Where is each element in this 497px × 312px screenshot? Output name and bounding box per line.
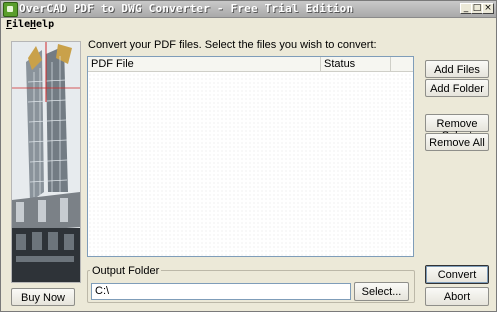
menu-help[interactable]: Help: [30, 19, 54, 30]
column-pdf-file[interactable]: PDF File: [88, 57, 321, 71]
building-illustration: [12, 42, 80, 282]
app-icon: [3, 2, 18, 17]
convert-button[interactable]: Convert: [425, 265, 489, 284]
title-bar[interactable]: OverCAD PDF to DWG Converter - Free Tria…: [1, 1, 496, 18]
remove-select-button[interactable]: Remove Select: [425, 114, 489, 142]
abort-button[interactable]: Abort: [425, 287, 489, 306]
app-window: OverCAD PDF to DWG Converter - Free Tria…: [0, 0, 497, 312]
add-files-button[interactable]: Add Files: [425, 60, 489, 78]
instruction-text: Convert your PDF files. Select the files…: [88, 39, 377, 51]
buy-now-button[interactable]: Buy Now: [11, 288, 75, 306]
output-folder-label: Output Folder: [90, 265, 162, 277]
pdf-file-list[interactable]: PDF File Status: [87, 56, 414, 257]
remove-all-button[interactable]: Remove All: [425, 133, 489, 151]
menu-file[interactable]: File: [6, 19, 30, 30]
add-folder-button[interactable]: Add Folder: [425, 79, 489, 97]
close-button[interactable]: ×: [482, 3, 494, 14]
window-title: OverCAD PDF to DWG Converter - Free Tria…: [19, 2, 354, 15]
output-folder-field[interactable]: C:\: [91, 283, 351, 300]
building-image: [11, 41, 81, 283]
list-header: PDF File Status: [88, 57, 413, 72]
menu-bar: File Help: [1, 18, 496, 32]
column-status[interactable]: Status: [321, 57, 391, 71]
select-folder-button[interactable]: Select...: [354, 282, 409, 301]
